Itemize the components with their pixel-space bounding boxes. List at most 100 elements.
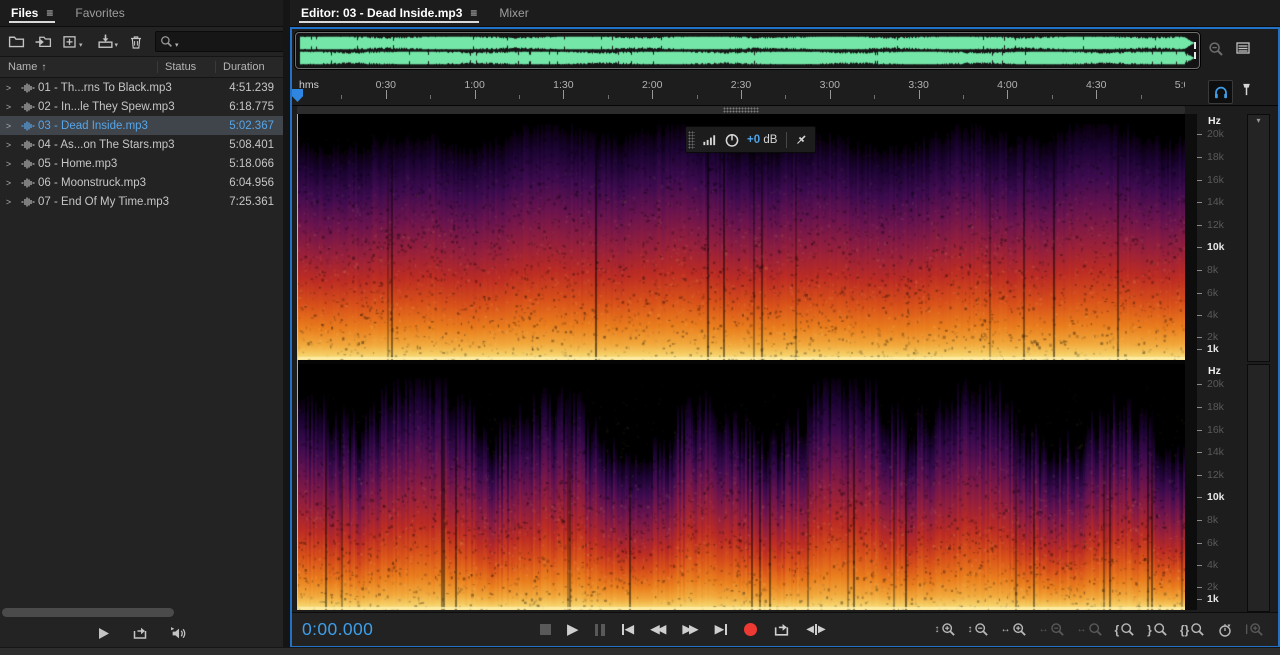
overview-waveform-canvas[interactable] [297, 34, 1198, 67]
add-marker-button[interactable] [1239, 82, 1254, 97]
chevron-right-icon[interactable]: > [0, 159, 17, 169]
zoom-to-out-point-button[interactable]: } [1147, 622, 1168, 637]
pin-hud-icon[interactable] [794, 133, 808, 147]
waveform-file-icon [17, 159, 38, 169]
zoom-timer-button[interactable] [1217, 622, 1233, 638]
table-row[interactable]: > 04 - As...on The Stars.mp3 5:08.401 [0, 135, 283, 154]
delete-button[interactable] [125, 31, 147, 52]
overview-range-handle[interactable] [1194, 52, 1196, 59]
frequency-label: 8k [1207, 514, 1218, 526]
file-duration: 5:08.401 [208, 139, 283, 151]
import-file-button[interactable] [32, 31, 55, 52]
table-row[interactable]: > 02 - In...le They Spew.mp3 6:18.775 [0, 97, 283, 116]
tab-editor-label: Editor: 03 - Dead Inside.mp3 [301, 6, 462, 20]
column-status[interactable]: Status [157, 61, 215, 73]
time-display[interactable]: 0:00.000 [302, 619, 540, 640]
zoom-reset-button[interactable]: ↔ [1077, 622, 1103, 637]
column-name[interactable]: Name↑ [0, 61, 157, 73]
record-button[interactable] [744, 623, 757, 636]
chevron-right-icon[interactable]: > [0, 102, 17, 112]
rewind-button[interactable]: ◀◀ [650, 623, 666, 636]
file-name: 06 - Moonstruck.mp3 [38, 177, 208, 189]
gain-value[interactable]: +0 [747, 134, 760, 146]
panel-menu-icon[interactable]: ≡ [46, 6, 53, 20]
timeline-ruler[interactable]: hms 0:301:001:302:002:303:003:304:004:30… [292, 76, 1278, 106]
file-duration: 4:51.239 [208, 82, 283, 94]
skip-to-end-button[interactable]: ▶ [715, 623, 729, 636]
table-row[interactable]: > 01 - Th...rns To Black.mp3 4:51.239 [0, 78, 283, 97]
table-row[interactable]: > 06 - Moonstruck.mp3 6:04.956 [0, 173, 283, 192]
hud-drag-grip[interactable] [688, 131, 695, 149]
monitor-headphones-button[interactable] [1208, 80, 1233, 104]
frequency-tick [1197, 520, 1202, 521]
waveform-overview[interactable] [295, 32, 1200, 69]
gain-unit: dB [763, 134, 777, 146]
zoom-out-time-button[interactable]: ↔ [1039, 622, 1065, 637]
tab-favorites[interactable]: Favorites [64, 0, 135, 26]
gain-hud[interactable]: +0 dB [685, 126, 816, 153]
spectrogram-right-channel[interactable] [297, 364, 1185, 610]
column-duration[interactable]: Duration [215, 61, 283, 73]
editor-panel-tabbar: Editor: 03 - Dead Inside.mp3 ≡ Mixer [290, 0, 1280, 27]
play-button[interactable]: ▶ [567, 622, 579, 637]
horizontal-scrollbar[interactable] [2, 608, 174, 617]
table-row[interactable]: > 07 - End Of My Time.mp3 7:25.361 [0, 192, 283, 211]
drag-handle[interactable] [723, 107, 759, 113]
ruler-tick [919, 90, 920, 99]
ruler-tick-minor [519, 95, 520, 99]
panel-menu-icon[interactable]: ≡ [470, 6, 477, 20]
frequency-tick [1197, 247, 1202, 248]
panel-divider[interactable] [283, 0, 290, 655]
stop-button[interactable] [540, 624, 551, 635]
gain-knob-icon[interactable] [724, 132, 740, 148]
new-item-button[interactable]: ▾ [59, 31, 86, 52]
loop-preview-button[interactable] [129, 623, 151, 644]
loop-playback-button[interactable] [773, 621, 790, 638]
chevron-right-icon[interactable]: > [0, 197, 17, 207]
tab-files[interactable]: Files ≡ [0, 0, 64, 26]
zoom-in-time-button[interactable]: ↔ [1001, 622, 1027, 637]
insert-into-multitrack-button[interactable]: ▾ [94, 31, 122, 52]
chevron-right-icon[interactable]: > [0, 140, 17, 150]
divider [786, 132, 787, 148]
chevron-right-icon[interactable]: > [0, 178, 17, 188]
overview-range-handle[interactable] [1194, 42, 1196, 49]
tab-editor[interactable]: Editor: 03 - Dead Inside.mp3 ≡ [290, 0, 488, 26]
frequency-tick [1197, 565, 1202, 566]
ruler-tick [386, 90, 387, 99]
chevron-right-icon[interactable]: > [0, 121, 17, 131]
table-row[interactable]: > 05 - Home.mp3 5:18.066 [0, 154, 283, 173]
auto-play-button[interactable] [167, 623, 190, 644]
frequency-label: 1k [1207, 343, 1219, 355]
file-duration: 6:18.775 [208, 101, 283, 113]
editor-layout-icon[interactable] [1235, 40, 1251, 56]
zoom-to-selection-button[interactable]: {} [1180, 622, 1205, 637]
files-panel: Files ≡ Favorites ▾ ▾ ▾ Name↑ Status Dur… [0, 0, 283, 648]
table-row[interactable]: > 03 - Dead Inside.mp3 5:02.367 [0, 116, 283, 135]
zoom-full-button[interactable]: | [1245, 622, 1264, 637]
waveform-file-icon [17, 140, 38, 150]
frequency-tick [1197, 315, 1202, 316]
tab-mixer[interactable]: Mixer [488, 0, 539, 26]
skip-selection-button[interactable]: ◀▶ [806, 624, 825, 635]
zoom-out-amplitude-button[interactable]: ↕ [968, 622, 989, 637]
vertical-zoom-scrollbar[interactable] [1247, 364, 1270, 612]
zoom-reset-icon[interactable] [1208, 41, 1224, 57]
skip-to-start-button[interactable]: ◀ [621, 623, 635, 636]
open-file-button[interactable] [5, 31, 28, 52]
frequency-label: 16k [1207, 424, 1224, 436]
fast-forward-button[interactable]: ▶▶ [682, 623, 698, 636]
zoom-in-amplitude-button[interactable]: ↕ [935, 622, 956, 637]
zoom-to-in-point-button[interactable]: { [1115, 622, 1136, 637]
ruler-tick [830, 90, 831, 99]
pause-button[interactable] [595, 624, 605, 636]
scroll-up-icon[interactable]: ▾ [1248, 115, 1269, 126]
preview-play-button[interactable] [94, 623, 113, 644]
editor-body: hms 0:301:001:302:002:303:003:304:004:30… [290, 27, 1280, 648]
ruler-label: 5:00 [1175, 79, 1185, 91]
zoom-navigation-bar[interactable] [297, 106, 1185, 114]
frequency-tick [1197, 180, 1202, 181]
skip-end-icon: ▶ [715, 623, 725, 636]
vertical-zoom-scrollbar[interactable]: ▾ [1247, 114, 1270, 362]
chevron-right-icon[interactable]: > [0, 83, 17, 93]
